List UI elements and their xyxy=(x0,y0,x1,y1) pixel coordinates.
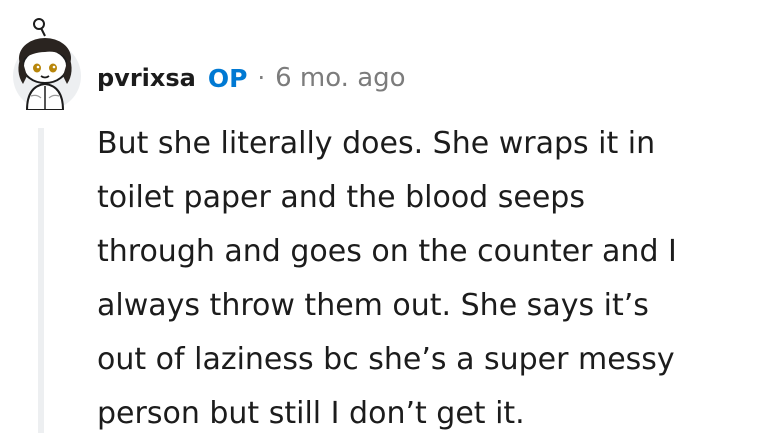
comment-body: But she literally does. She wraps it in … xyxy=(97,117,757,433)
comment-timestamp[interactable]: 6 mo. ago xyxy=(275,63,405,93)
thread-collapse-line[interactable] xyxy=(38,128,44,433)
comment-body-line: out of laziness bc she’s a super messy xyxy=(97,342,675,377)
username-link[interactable]: pvrixsa xyxy=(97,64,196,92)
comment-header: pvrixsa OP · 6 mo. ago xyxy=(97,58,406,98)
snoo-avatar-icon xyxy=(13,18,81,111)
comment-body-line: toilet paper and the blood seeps xyxy=(97,180,585,215)
op-badge: OP xyxy=(207,63,248,93)
comment-body-line: But she literally does. She wraps it in xyxy=(97,126,656,161)
comment-body-line: always throw them out. She says it’s xyxy=(97,288,649,323)
comment-body-line: through and goes on the counter and I xyxy=(97,234,677,269)
separator-dot: · xyxy=(257,64,266,92)
avatar[interactable] xyxy=(5,14,85,111)
comment-body-line: person but still I don’t get it. xyxy=(97,396,525,431)
comment: pvrixsa OP · 6 mo. ago But she literally… xyxy=(0,0,768,433)
